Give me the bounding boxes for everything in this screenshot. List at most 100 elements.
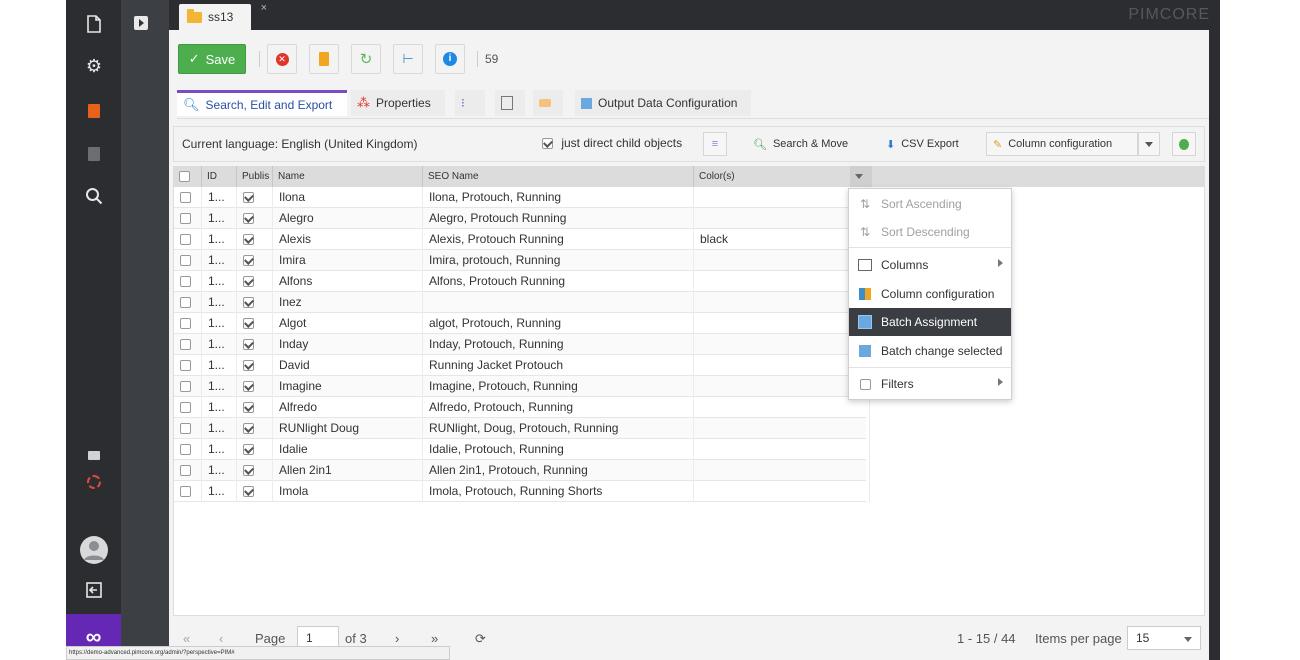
cell-colors[interactable]	[694, 271, 870, 292]
row-select-checkbox[interactable]	[174, 187, 202, 208]
cell-seo-name[interactable]: Alfons, Protouch Running	[423, 271, 694, 292]
cell-published[interactable]	[237, 376, 273, 397]
cell-published[interactable]	[237, 418, 273, 439]
table-row[interactable]: 1... Idalie Idalie, Protouch, Running	[174, 439, 870, 460]
cell-seo-name[interactable]: Inday, Protouch, Running	[423, 334, 694, 355]
cell-colors[interactable]	[694, 187, 870, 208]
column-menu-trigger[interactable]	[850, 166, 872, 187]
cell-colors[interactable]	[694, 355, 870, 376]
cell-id[interactable]: 1...	[202, 334, 237, 355]
gear-icon[interactable]: ⚙	[80, 52, 108, 80]
expand-panel-icon[interactable]	[134, 16, 148, 30]
row-select-checkbox[interactable]	[174, 439, 202, 460]
save-button[interactable]: ✓ Save	[178, 44, 246, 74]
notification-icon[interactable]	[80, 468, 108, 496]
delete-button[interactable]: ✕	[267, 44, 297, 74]
apply-config-button[interactable]	[1172, 132, 1196, 156]
cell-name[interactable]: Imira	[273, 250, 423, 271]
cell-seo-name[interactable]: Imagine, Protouch, Running	[423, 376, 694, 397]
row-select-checkbox[interactable]	[174, 208, 202, 229]
table-row[interactable]: 1... Imola Imola, Protouch, Running Shorts	[174, 481, 870, 502]
column-header-seo-name[interactable]: SEO Name	[423, 166, 694, 187]
column-header-published[interactable]: Publis	[237, 166, 273, 187]
cell-colors[interactable]	[694, 376, 870, 397]
row-select-checkbox[interactable]	[174, 250, 202, 271]
cell-seo-name[interactable]: Alexis, Protouch Running	[423, 229, 694, 250]
table-row[interactable]: 1... Alexis Alexis, Protouch Running black	[174, 229, 870, 250]
cell-published[interactable]	[237, 250, 273, 271]
cell-seo-name[interactable]: Idalie, Protouch, Running	[423, 439, 694, 460]
column-header-colors[interactable]: Color(s)	[694, 166, 870, 187]
cell-colors[interactable]	[694, 292, 870, 313]
cell-name[interactable]: Algot	[273, 313, 423, 334]
assets-icon[interactable]	[80, 97, 108, 125]
tab-ss13[interactable]: ss13 ×	[179, 2, 267, 30]
cell-name[interactable]: Alfredo	[273, 397, 423, 418]
cell-seo-name[interactable]: Alfredo, Protouch, Running	[423, 397, 694, 418]
reload-button[interactable]: ↻	[351, 44, 381, 74]
show-in-tree-button[interactable]: ⊢	[393, 44, 423, 74]
table-row[interactable]: 1... David Running Jacket Protouch	[174, 355, 870, 376]
row-select-checkbox[interactable]	[174, 292, 202, 313]
cell-published[interactable]	[237, 460, 273, 481]
cell-colors[interactable]	[694, 250, 870, 271]
menu-sort-descending[interactable]: ⇅ Sort Descending	[849, 218, 1011, 246]
cell-published[interactable]	[237, 355, 273, 376]
cell-published[interactable]	[237, 397, 273, 418]
table-row[interactable]: 1... Allen 2in1 Allen 2in1, Protouch, Runn…	[174, 460, 870, 481]
cell-published[interactable]	[237, 292, 273, 313]
cell-seo-name[interactable]: RUNlight, Doug, Protouch, Running	[423, 418, 694, 439]
cell-seo-name[interactable]: Imola, Protouch, Running Shorts	[423, 481, 694, 502]
cell-id[interactable]: 1...	[202, 481, 237, 502]
search-move-button[interactable]: 🔍︎ Search & Move	[747, 132, 854, 156]
table-row[interactable]: 1... Inez	[174, 292, 870, 313]
cell-colors[interactable]	[694, 334, 870, 355]
next-page-icon[interactable]: ›	[395, 631, 399, 646]
logout-icon[interactable]	[80, 576, 108, 604]
cell-colors[interactable]	[694, 460, 870, 481]
row-select-checkbox[interactable]	[174, 418, 202, 439]
cell-id[interactable]: 1...	[202, 439, 237, 460]
cell-seo-name[interactable]: Alegro, Protouch Running	[423, 208, 694, 229]
tab-search-edit-export[interactable]: 🔍︎ Search, Edit and Export	[177, 90, 347, 116]
rename-button[interactable]	[309, 44, 339, 74]
tab-dependencies[interactable]: ⁝	[455, 90, 485, 116]
cell-id[interactable]: 1...	[202, 250, 237, 271]
column-config-dropdown[interactable]	[1138, 132, 1160, 156]
cell-colors[interactable]	[694, 481, 870, 502]
cell-id[interactable]: 1...	[202, 460, 237, 481]
menu-sort-ascending[interactable]: ⇅ Sort Ascending	[849, 190, 1011, 218]
row-select-checkbox[interactable]	[174, 376, 202, 397]
cell-id[interactable]: 1...	[202, 187, 237, 208]
menu-batch-assignment[interactable]: Batch Assignment	[849, 308, 1011, 336]
objects-icon[interactable]	[80, 140, 108, 168]
cell-published[interactable]	[237, 187, 273, 208]
cell-colors[interactable]	[694, 208, 870, 229]
table-row[interactable]: 1... Imira Imira, protouch, Running	[174, 250, 870, 271]
cell-name[interactable]: David	[273, 355, 423, 376]
list-view-button[interactable]: ≡	[703, 132, 727, 156]
row-select-checkbox[interactable]	[174, 229, 202, 250]
cell-id[interactable]: 1...	[202, 208, 237, 229]
table-row[interactable]: 1... Alfons Alfons, Protouch Running	[174, 271, 870, 292]
prev-page-icon[interactable]: ‹	[219, 631, 223, 646]
cell-published[interactable]	[237, 208, 273, 229]
row-select-checkbox[interactable]	[174, 313, 202, 334]
row-select-checkbox[interactable]	[174, 355, 202, 376]
cell-seo-name[interactable]: Ilona, Protouch, Running	[423, 187, 694, 208]
info-button[interactable]: i	[435, 44, 465, 74]
cell-id[interactable]: 1...	[202, 418, 237, 439]
column-header-id[interactable]: ID	[202, 166, 237, 187]
cell-name[interactable]: Alfons	[273, 271, 423, 292]
column-header-name[interactable]: Name	[273, 166, 423, 187]
close-icon[interactable]: ×	[261, 2, 267, 14]
row-select-checkbox[interactable]	[174, 397, 202, 418]
csv-export-button[interactable]: ⬇ CSV Export	[880, 132, 965, 156]
cell-name[interactable]: Idalie	[273, 439, 423, 460]
row-select-checkbox[interactable]	[174, 334, 202, 355]
cell-name[interactable]: Ilona	[273, 187, 423, 208]
cell-published[interactable]	[237, 334, 273, 355]
tab-properties[interactable]: ⁂ Properties	[351, 90, 445, 116]
last-page-icon[interactable]: »	[431, 631, 438, 646]
cell-name[interactable]: Inday	[273, 334, 423, 355]
